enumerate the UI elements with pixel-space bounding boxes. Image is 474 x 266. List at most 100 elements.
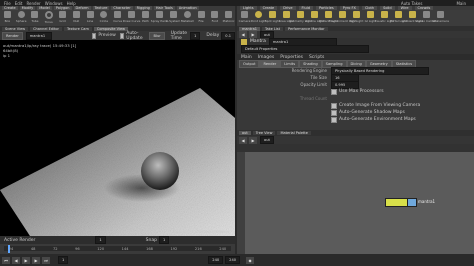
section-tab-output[interactable]: Output bbox=[239, 59, 260, 68]
tool-null[interactable]: Null bbox=[70, 11, 83, 25]
tab-channel-editor[interactable]: Channel Editor bbox=[30, 26, 62, 31]
tool-environment-light[interactable]: Environment Light bbox=[329, 11, 356, 25]
tool-stereo-camera[interactable]: Stereo Camera bbox=[415, 11, 438, 25]
use-max-processors-checkbox[interactable] bbox=[331, 88, 337, 95]
spray-paint-icon bbox=[155, 11, 163, 18]
tool-spray-paint[interactable]: Spray Paint bbox=[151, 11, 168, 25]
auto-update-checkbox[interactable] bbox=[119, 32, 125, 39]
preview-checkbox[interactable] bbox=[91, 32, 97, 39]
tab-out[interactable]: out bbox=[239, 131, 251, 135]
tab-performance-monitor[interactable]: Performance Monitor bbox=[284, 26, 328, 31]
sphere-icon bbox=[17, 11, 25, 18]
update-time-field[interactable]: 1 bbox=[190, 31, 201, 40]
sky-light-icon bbox=[353, 11, 360, 18]
param-row-create-image-camera: Create Image From Viewing Camera bbox=[331, 102, 474, 109]
forward-icon[interactable]: ▶ bbox=[249, 31, 257, 38]
menu-help[interactable]: Help bbox=[67, 1, 76, 6]
section-tab-render[interactable]: Render bbox=[259, 59, 281, 68]
circle-icon bbox=[100, 11, 108, 18]
portal-light-icon bbox=[395, 11, 402, 18]
create-image-checkbox[interactable] bbox=[331, 102, 337, 109]
frame-field[interactable]: 1 bbox=[95, 236, 106, 244]
forward-icon[interactable]: ▶ bbox=[249, 136, 257, 144]
tool-sphere[interactable]: Sphere bbox=[15, 11, 28, 25]
tool-torus[interactable]: Torus bbox=[42, 11, 55, 25]
param-row-environment-maps: Auto-Generate Environment Maps bbox=[331, 116, 474, 123]
tool-spot-light[interactable]: Spot Light bbox=[265, 11, 280, 25]
last-frame-button[interactable]: ⏭ bbox=[42, 256, 50, 264]
key-button[interactable]: ◆ bbox=[246, 256, 255, 264]
tab-composite-view[interactable]: Composite View bbox=[93, 26, 128, 31]
tool-draw-curve[interactable]: Draw Curve bbox=[123, 11, 140, 25]
tool-l-system[interactable]: L-System bbox=[166, 11, 180, 25]
mantra-node-icon bbox=[241, 39, 247, 45]
tool-point-light[interactable]: Point Light bbox=[251, 11, 266, 25]
tool-sky-light[interactable]: Sky Light bbox=[350, 11, 363, 25]
render-flag-icon[interactable] bbox=[407, 198, 417, 207]
tool-line[interactable]: Line bbox=[84, 11, 97, 25]
update-time-label: Update Time bbox=[170, 30, 188, 41]
back-icon[interactable]: ◀ bbox=[239, 31, 247, 38]
network-path-field[interactable]: out bbox=[260, 136, 274, 144]
vr-camera-icon bbox=[437, 11, 444, 18]
param-row-opacity-limit: Opacity Limit 0.995 bbox=[237, 80, 474, 89]
end-frame-field[interactable]: 240 bbox=[208, 256, 224, 264]
delay-field[interactable]: 0.1 bbox=[221, 31, 236, 40]
shadow-maps-checkbox[interactable] bbox=[331, 109, 337, 116]
preset-select[interactable]: Default Properties bbox=[241, 45, 369, 53]
tool-vr-camera[interactable]: VR Camera bbox=[432, 11, 449, 25]
tool-grid[interactable]: Grid bbox=[56, 11, 69, 25]
null-icon bbox=[72, 11, 80, 18]
gi-light-icon bbox=[367, 11, 374, 18]
menu-windows[interactable]: Windows bbox=[45, 1, 63, 6]
tab-texture-cam[interactable]: Texture Cam bbox=[63, 26, 92, 31]
tool-box[interactable]: Box bbox=[1, 11, 14, 25]
node-type-label: Mantra bbox=[250, 39, 266, 44]
menu-edit[interactable]: Edit bbox=[15, 1, 23, 6]
menu-render[interactable]: Render bbox=[26, 1, 40, 6]
tool-circle[interactable]: Circle bbox=[97, 11, 110, 25]
timeline-header: Active Render 1 Snap 1 bbox=[0, 236, 235, 244]
timeline-slider[interactable]: 24 48 72 96 120 144 168 192 216 240 bbox=[0, 244, 235, 254]
snap-field[interactable]: 1 bbox=[159, 236, 170, 244]
blur-button[interactable]: Blur bbox=[149, 31, 165, 40]
section-tab-shading[interactable]: Shading bbox=[299, 59, 322, 68]
camera-icon bbox=[241, 11, 248, 18]
render-target-select[interactable]: mantra1 bbox=[25, 31, 52, 40]
environment-maps-checkbox[interactable] bbox=[331, 116, 337, 123]
param-row-thread-count: Thread Count bbox=[299, 96, 327, 101]
sphere bbox=[141, 152, 179, 190]
draw-curve-icon bbox=[128, 11, 136, 18]
tool-tube[interactable]: Tube bbox=[29, 11, 42, 25]
first-frame-button[interactable]: ⏮ bbox=[2, 256, 10, 264]
section-tab-limits[interactable]: Limits bbox=[280, 59, 300, 68]
tab-material-palette[interactable]: Material Palette bbox=[277, 131, 311, 135]
desktop-selector[interactable]: Auto Takes bbox=[401, 1, 423, 6]
current-frame-field[interactable]: 1 bbox=[58, 256, 69, 264]
tab-tree-view[interactable]: Tree View bbox=[252, 131, 276, 135]
network-editor[interactable]: mantra1 bbox=[237, 152, 474, 254]
opacity-limit-field[interactable]: 0.995 bbox=[331, 80, 359, 89]
param-row-shadow-maps: Auto-Generate Shadow Maps bbox=[331, 109, 474, 116]
rendered-image bbox=[0, 88, 235, 236]
tool-file[interactable]: File bbox=[195, 11, 208, 25]
playback-end-field[interactable]: 240 bbox=[225, 256, 241, 264]
spot-light-icon bbox=[269, 11, 276, 18]
back-icon[interactable]: ◀ bbox=[239, 136, 247, 144]
menu-file[interactable]: File bbox=[4, 1, 11, 6]
step-back-button[interactable]: ◀ bbox=[12, 256, 20, 264]
file-icon bbox=[197, 11, 205, 18]
tab-scene-view[interactable]: Scene View bbox=[2, 26, 29, 31]
delay-label: Delay bbox=[206, 33, 220, 38]
render-info: out/mantra1/ip/ray trace) 15:49:33 [1] 6… bbox=[3, 43, 76, 58]
step-forward-button[interactable]: ▶ bbox=[32, 256, 40, 264]
tab-mantra1[interactable]: mantra1 bbox=[239, 26, 260, 31]
play-button[interactable]: ▶ bbox=[22, 256, 30, 264]
render-viewport[interactable]: out/mantra1/ip/ray trace) 15:49:33 [1] 6… bbox=[0, 40, 235, 236]
tool-camera[interactable]: Camera bbox=[238, 11, 251, 25]
layout-selector[interactable]: Main bbox=[456, 1, 466, 6]
render-button[interactable]: Render bbox=[2, 31, 23, 40]
tool-font[interactable]: Font bbox=[208, 11, 221, 25]
tool-platonic[interactable]: Platonic bbox=[222, 11, 235, 25]
tool-metaball[interactable]: Metaball bbox=[181, 11, 194, 25]
